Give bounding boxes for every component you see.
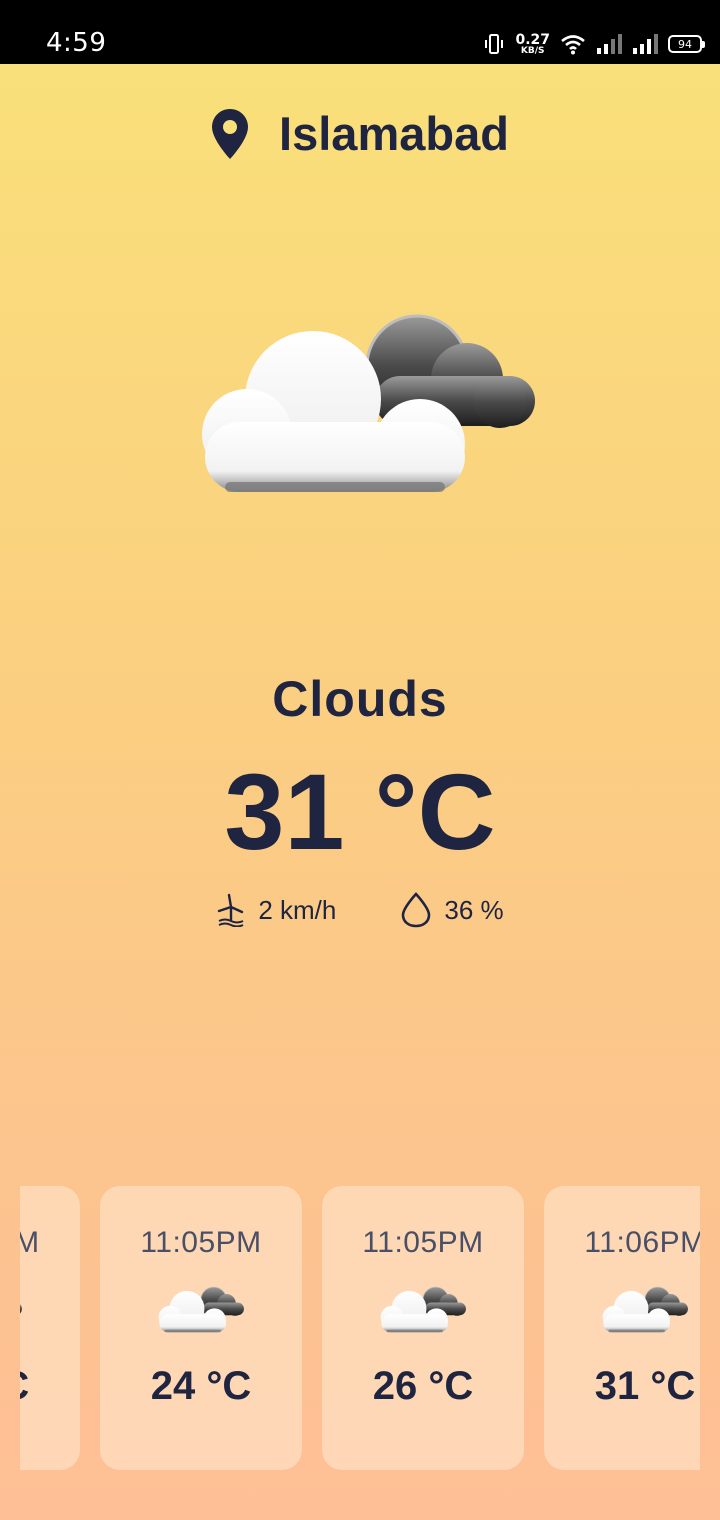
forecast-card[interactable]: 11:04PM 31 °C [20,1186,80,1470]
network-speed: 0.27 KB/S [515,31,550,56]
location-name: Islamabad [279,107,509,160]
forecast-temp: 26 °C [372,1364,474,1408]
forecast-time: 11:05PM [362,1226,484,1259]
wind-value: 2 km/h [258,894,337,925]
current-temperature: 31 °C [224,751,496,872]
partly-cloudy-icon [195,304,540,499]
location-header: Islamabad [0,106,720,161]
forecast-time: 11:04PM [20,1226,40,1259]
partly-cloudy-icon [156,1284,246,1334]
battery-indicator: 94 [668,35,705,53]
partly-cloudy-icon [20,1284,24,1334]
weather-screen: Islamabad Clouds 31 °C 2 km/h 36 % M 11:… [0,64,720,1520]
forecast-card[interactable]: 11:05PM 24 °C [100,1186,302,1470]
humidity-value: 36 % [444,894,504,925]
forecast-card[interactable]: 11:05PM 26 °C [322,1186,524,1470]
status-bar: 4:59 0.27 KB/S 94 [0,0,720,64]
wifi-icon [561,35,585,55]
vibrate-icon [485,34,504,54]
signal-icon [597,34,622,54]
signal-icon [633,34,658,54]
forecast-card[interactable]: 11:06PM 31 °C [544,1186,700,1470]
hourly-forecast[interactable]: 11:04PM 31 °C 11:05PM 24 °C 11:05PM 26 °… [20,1186,700,1470]
water-drop-icon [402,892,431,928]
location-pin-icon [212,108,249,159]
forecast-track: 11:04PM 31 °C 11:05PM 24 °C 11:05PM 26 °… [20,1186,700,1470]
weather-stats: 2 km/h 36 % [0,892,720,928]
wind-turbine-icon [218,893,244,927]
humidity-stat: 36 % [400,892,504,928]
forecast-time: 11:06PM [584,1226,700,1259]
status-time: 4:59 [46,28,107,58]
partly-cloudy-icon [600,1284,690,1334]
weather-condition: Clouds [272,671,448,727]
forecast-temp: 24 °C [150,1364,252,1408]
partly-cloudy-icon [378,1284,468,1334]
forecast-temp: 31 °C [594,1364,696,1408]
forecast-temp: 31 °C [20,1364,29,1409]
status-icons: 0.27 KB/S 94 [483,30,705,58]
wind-stat: 2 km/h [216,893,336,927]
forecast-time: 11:05PM [140,1226,262,1259]
